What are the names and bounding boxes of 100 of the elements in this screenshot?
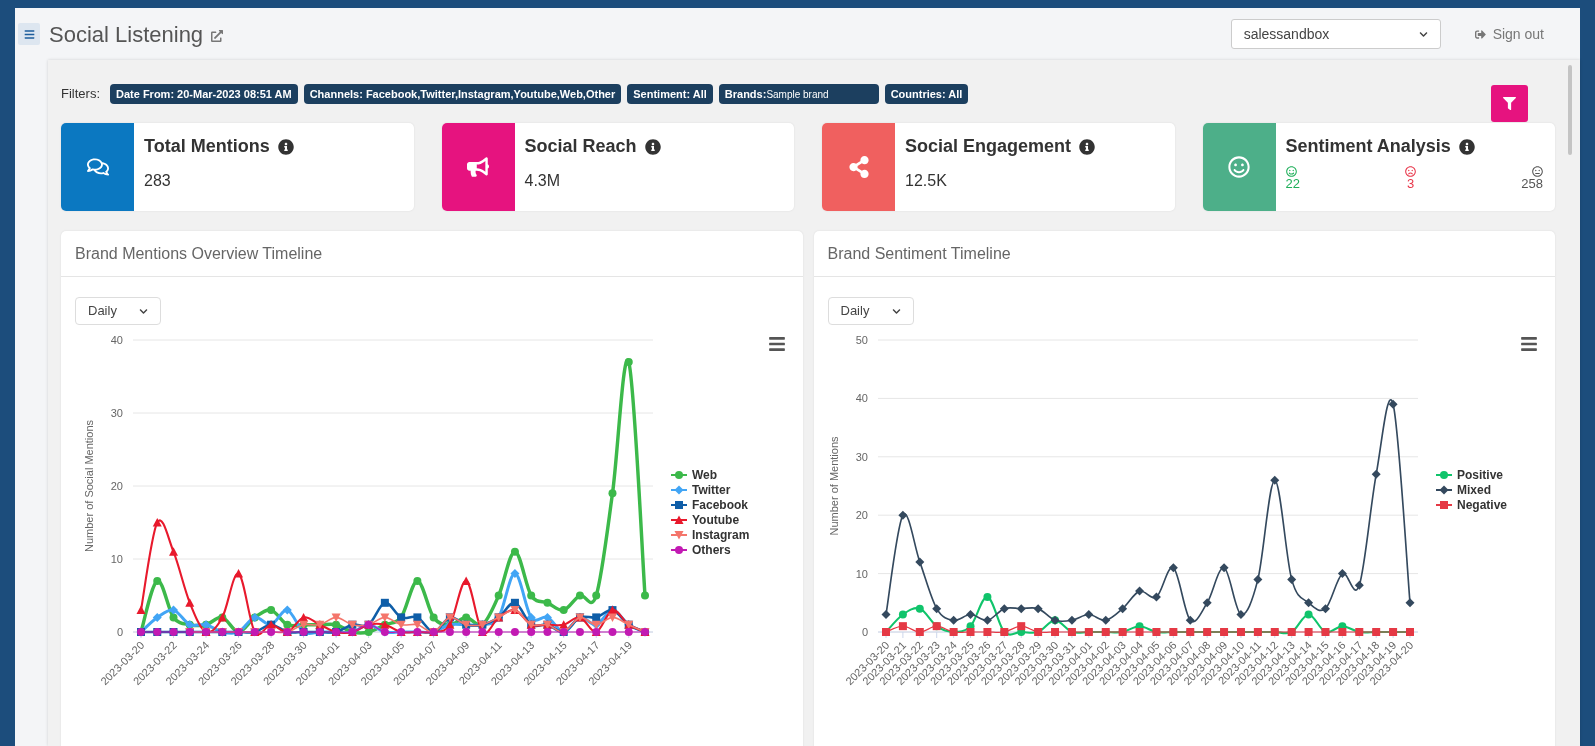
point <box>1219 563 1229 573</box>
period-select[interactable]: Daily <box>827 297 914 325</box>
point <box>1354 580 1364 590</box>
menu-button[interactable] <box>18 23 40 45</box>
point <box>881 609 890 619</box>
point <box>1337 628 1346 636</box>
point <box>1083 609 1093 619</box>
page-title: Social Listening <box>49 20 204 49</box>
neutral-face-icon <box>1532 166 1543 177</box>
point <box>1388 399 1398 409</box>
point <box>152 518 162 527</box>
point <box>608 489 617 498</box>
point <box>283 620 292 629</box>
chevron-icon <box>139 306 148 316</box>
menu-icon <box>767 335 786 353</box>
info-icon[interactable] <box>277 138 294 155</box>
point <box>1066 615 1076 625</box>
legend-label: Mixed <box>1456 483 1491 497</box>
legend-item[interactable]: Others <box>670 543 731 557</box>
point <box>575 591 584 600</box>
point <box>527 591 536 600</box>
point <box>575 628 584 636</box>
point <box>153 576 162 585</box>
panel-title: Brand Mentions Overview Timeline <box>75 243 323 264</box>
legend-label: Facebook <box>692 498 749 512</box>
legend-item[interactable]: Twitter <box>670 483 731 497</box>
point <box>1016 604 1026 614</box>
legend-item[interactable]: Negative <box>1434 498 1507 512</box>
point <box>380 613 390 622</box>
point <box>494 628 503 636</box>
point <box>1235 609 1245 619</box>
legend-item[interactable]: Youtube <box>670 513 740 527</box>
legend-item[interactable]: Facebook <box>670 498 748 512</box>
axis-label: 30 <box>110 407 123 419</box>
filter-badge: Sentiment: All <box>627 83 713 105</box>
period-select[interactable]: Daily <box>75 297 161 325</box>
point <box>1371 469 1381 479</box>
share-icon <box>847 156 870 178</box>
axis-label: 50 <box>855 334 868 346</box>
point <box>445 628 454 636</box>
axis-label: 20 <box>110 480 123 492</box>
kpi-title: Sentiment Analysis <box>1285 135 1451 158</box>
kpi-value: 12.5K <box>905 171 948 191</box>
point <box>364 628 373 636</box>
point <box>1050 628 1059 636</box>
legend-item[interactable]: Positive <box>1434 468 1503 482</box>
axis-label: 20 <box>855 509 868 522</box>
point <box>136 605 146 615</box>
point <box>1337 569 1347 579</box>
kpi-value: 283 <box>144 171 172 191</box>
point <box>462 628 471 636</box>
point <box>1252 574 1262 584</box>
point <box>1168 563 1178 573</box>
point <box>931 604 941 614</box>
axis-label: 40 <box>110 334 123 346</box>
point <box>543 628 552 636</box>
legend-label: Instagram <box>692 528 750 542</box>
filter-button[interactable] <box>1491 85 1528 122</box>
info-icon[interactable] <box>1458 138 1475 155</box>
point <box>982 628 991 636</box>
frown-icon <box>1405 166 1417 177</box>
axis-label: 0 <box>861 626 868 638</box>
axis-title: Number of Social Mentions <box>83 419 95 553</box>
point <box>1100 615 1110 625</box>
axis-label: 40 <box>855 392 868 405</box>
legend-label: Web <box>692 468 718 482</box>
point <box>1033 604 1043 614</box>
legend-label: Others <box>692 543 731 557</box>
filters-label: Filters: <box>61 85 100 104</box>
axis-label: 10 <box>110 553 123 565</box>
info-icon[interactable] <box>644 138 661 155</box>
legend-item[interactable]: Web <box>670 468 718 482</box>
legend-label: Positive <box>1456 468 1503 482</box>
scrollbar[interactable] <box>1568 65 1572 155</box>
point <box>543 598 552 607</box>
point <box>915 604 924 613</box>
point <box>429 613 438 622</box>
point <box>413 576 422 585</box>
point <box>607 613 617 622</box>
point <box>999 604 1009 614</box>
account-select[interactable]: salessandbox <box>1230 19 1441 49</box>
point <box>169 605 179 615</box>
menu-icon <box>23 28 35 40</box>
point <box>608 628 617 636</box>
axis-title: Number of Mentions <box>827 436 840 536</box>
menu-icon <box>1520 335 1538 353</box>
legend-item[interactable]: Mixed <box>1434 483 1491 497</box>
megaphone-icon <box>467 156 489 178</box>
point <box>234 569 244 578</box>
legend-item[interactable]: Instagram <box>670 528 750 542</box>
point <box>641 591 649 600</box>
smiley-icon <box>1285 166 1297 177</box>
sign-out-link[interactable]: Sign out <box>1474 23 1544 45</box>
info-icon[interactable] <box>1079 138 1096 155</box>
point <box>982 615 992 625</box>
point <box>914 557 924 567</box>
external-link-icon[interactable] <box>211 29 224 42</box>
point <box>267 606 276 615</box>
point <box>948 615 958 625</box>
point <box>982 592 991 601</box>
